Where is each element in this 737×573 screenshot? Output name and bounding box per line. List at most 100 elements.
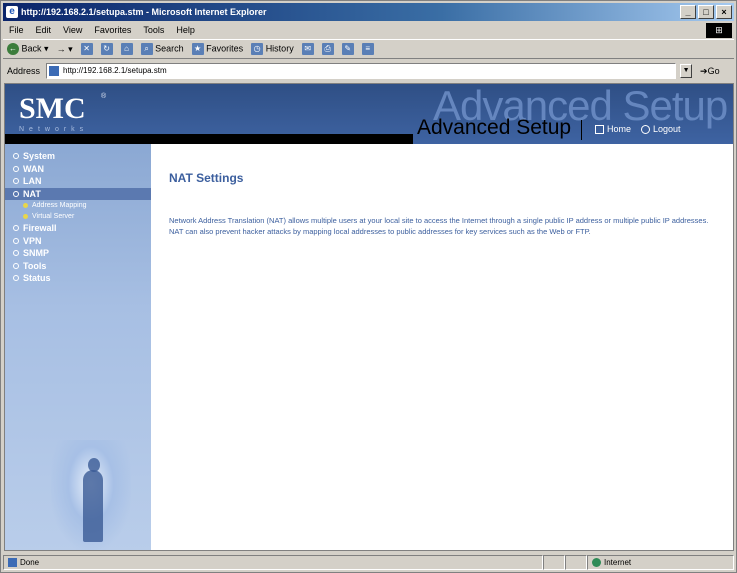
- bullet-icon: [13, 262, 19, 269]
- home-icon[interactable]: ⌂: [120, 43, 133, 55]
- sidebar-item-label: Firewall: [23, 223, 57, 234]
- home-icon: [595, 124, 604, 134]
- header-links: Home Logout: [595, 124, 681, 134]
- favorites-label: Favorites: [206, 43, 244, 54]
- main-content: NAT Settings Network Address Translation…: [151, 144, 733, 550]
- history-label: History: [265, 43, 294, 54]
- menu-view[interactable]: View: [63, 22, 82, 38]
- menu-help[interactable]: Help: [176, 22, 195, 38]
- sidebar-subitem-address-mapping[interactable]: Address Mapping: [13, 200, 151, 211]
- stop-icon[interactable]: ✕: [80, 43, 93, 55]
- address-bar: Address http://192.168.2.1/setupa.stm ▼ …: [3, 61, 734, 81]
- menu-tools[interactable]: Tools: [143, 22, 164, 38]
- favorites-button[interactable]: ★ Favorites: [191, 43, 244, 55]
- bullet-icon: [13, 178, 19, 185]
- sidebar-item-label: VPN: [23, 235, 42, 246]
- page-icon: [49, 66, 60, 76]
- page-description: Network Address Translation (NAT) allows…: [169, 216, 709, 236]
- history-button[interactable]: ◷ History: [251, 43, 294, 55]
- sidebar-item-label: NAT: [23, 188, 41, 199]
- sidebar-item-nat[interactable]: NAT: [5, 187, 151, 200]
- sidebar-item-label: LAN: [23, 176, 42, 187]
- sidebar-subitem-virtual-server[interactable]: Virtual Server: [13, 211, 151, 222]
- bullet-icon: [13, 275, 19, 282]
- edit-icon[interactable]: ✎: [341, 43, 354, 55]
- menu-edit[interactable]: Edit: [36, 22, 52, 38]
- sidebar-item-vpn[interactable]: VPN: [13, 235, 151, 248]
- bullet-icon: [13, 190, 19, 197]
- forward-arrow-icon: →: [56, 43, 66, 54]
- windows-logo-icon: ⊞: [706, 23, 732, 38]
- sidebar-illustration: [51, 440, 131, 550]
- sidebar-item-firewall[interactable]: Firewall: [13, 222, 151, 235]
- sidebar-item-label: Tools: [23, 260, 47, 271]
- status-zone: Internet: [604, 558, 632, 567]
- home-link-label: Home: [607, 124, 632, 134]
- menu-favorites[interactable]: Favorites: [94, 22, 131, 38]
- bullet-icon: [13, 250, 19, 257]
- sidebar-nav: System WAN LAN NAT Address Mapping Virtu…: [5, 150, 151, 285]
- mail-icon[interactable]: ✉: [301, 43, 314, 55]
- back-label: Back: [21, 43, 42, 54]
- sidebar-item-lan[interactable]: LAN: [13, 175, 151, 188]
- search-icon: ⌕: [140, 43, 153, 55]
- status-text: Done: [20, 558, 40, 567]
- browser-window: e http://192.168.2.1/setupa.stm - Micros…: [0, 0, 737, 573]
- status-cell-empty-1: [543, 555, 565, 570]
- sidebar-item-status[interactable]: Status: [13, 272, 151, 285]
- header-title: Advanced Setup: [417, 116, 572, 139]
- menu-bar: File Edit View Favorites Tools Help: [3, 22, 734, 38]
- page-title: NAT Settings: [169, 171, 244, 185]
- address-input[interactable]: http://192.168.2.1/setupa.stm: [46, 63, 677, 79]
- sidebar-subitem-label: Address Mapping: [32, 202, 87, 209]
- sidebar-item-tools[interactable]: Tools: [13, 260, 151, 273]
- search-label: Search: [155, 43, 184, 54]
- address-dropdown-icon[interactable]: ▼: [680, 64, 693, 78]
- address-label: Address: [7, 66, 41, 76]
- bullet-icon: [13, 153, 19, 160]
- sidebar-item-label: SNMP: [23, 248, 50, 259]
- header-black-bar: [5, 134, 413, 144]
- search-button[interactable]: ⌕ Search: [140, 43, 184, 55]
- logout-icon: [641, 124, 651, 134]
- home-link[interactable]: Home: [595, 124, 631, 134]
- text-cursor: [581, 120, 582, 140]
- ie-icon: e: [6, 6, 18, 18]
- page-icon: [8, 558, 17, 568]
- sidebar-item-wan[interactable]: WAN: [13, 163, 151, 176]
- status-text-cell: Done: [3, 555, 543, 570]
- sidebar-item-label: System: [23, 151, 56, 162]
- go-label: Go: [707, 65, 720, 76]
- minimize-button[interactable]: _: [680, 5, 696, 19]
- sidebar-item-label: Status: [23, 273, 51, 284]
- forward-button[interactable]: → ▾: [57, 44, 73, 55]
- page-viewport: SMC ® Networks Advanced Setup Advanced S…: [4, 83, 734, 551]
- status-cell-empty-2: [565, 555, 587, 570]
- address-url: http://192.168.2.1/setupa.stm: [63, 66, 167, 75]
- close-button[interactable]: ×: [716, 5, 732, 19]
- page-header: SMC ® Networks Advanced Setup Advanced S…: [5, 84, 733, 144]
- bullet-icon: [13, 165, 19, 172]
- toolbar: ← Back ▾ → ▾ ✕ ↻ ⌂ ⌕ Search ★ Favorites …: [3, 39, 734, 59]
- sidebar-item-system[interactable]: System: [13, 150, 151, 163]
- bullet-icon: [13, 237, 19, 244]
- bullet-icon: [13, 225, 19, 232]
- window-controls: _ □ ×: [680, 5, 732, 19]
- refresh-icon[interactable]: ↻: [100, 43, 113, 55]
- go-button[interactable]: ➔Go: [700, 66, 720, 77]
- back-button[interactable]: ← Back ▾: [7, 43, 49, 55]
- sub-bullet-icon: [23, 214, 28, 219]
- sidebar-item-label: WAN: [23, 163, 44, 174]
- favorites-icon: ★: [191, 43, 204, 55]
- logout-link-label: Logout: [653, 124, 681, 134]
- maximize-button[interactable]: □: [698, 5, 714, 19]
- smc-logo: SMC: [19, 92, 86, 125]
- menu-file[interactable]: File: [9, 22, 24, 38]
- logout-link[interactable]: Logout: [641, 124, 681, 134]
- sidebar-item-snmp[interactable]: SNMP: [13, 247, 151, 260]
- back-arrow-icon: ←: [7, 43, 19, 55]
- discuss-icon[interactable]: ≡: [361, 43, 374, 55]
- print-icon[interactable]: ⎙: [321, 43, 334, 55]
- window-title: http://192.168.2.1/setupa.stm - Microsof…: [21, 7, 267, 17]
- title-bar: e http://192.168.2.1/setupa.stm - Micros…: [3, 3, 734, 21]
